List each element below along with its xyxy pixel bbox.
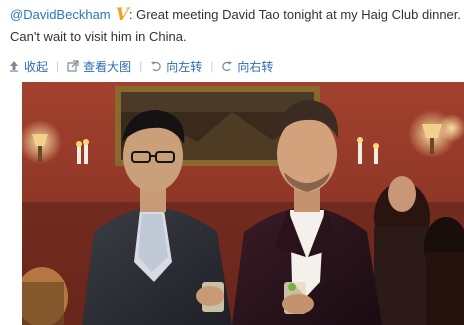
verified-icon: V xyxy=(115,5,129,25)
rotate-left-icon xyxy=(151,61,162,72)
rotate-right-button[interactable]: 向右转 xyxy=(221,58,273,75)
rotate-right-label: 向右转 xyxy=(237,59,274,74)
external-link-icon xyxy=(67,60,79,72)
post-text: @DavidBeckham V: Great meeting David Tao … xyxy=(10,4,464,48)
toolbar-separator: | xyxy=(139,59,143,73)
toolbar-separator: | xyxy=(56,59,60,73)
view-large-label: 查看大图 xyxy=(83,59,132,74)
post-colon: : xyxy=(128,7,133,22)
image-toolbar: 收起 | 查看大图 | 向左转 | 向右转 xyxy=(8,56,273,76)
toolbar-separator: | xyxy=(210,59,214,73)
photo-scene xyxy=(22,82,464,325)
collapse-label: 收起 xyxy=(24,59,49,74)
rotate-left-label: 向左转 xyxy=(166,59,203,74)
rotate-right-icon xyxy=(222,61,233,72)
collapse-up-arrow-icon xyxy=(10,61,18,72)
author-link[interactable]: @DavidBeckham xyxy=(10,7,111,22)
post-photo[interactable] xyxy=(22,82,464,325)
collapse-button[interactable]: 收起 xyxy=(8,58,48,75)
rotate-left-button[interactable]: 向左转 xyxy=(150,58,202,75)
view-large-button[interactable]: 查看大图 xyxy=(67,58,131,75)
